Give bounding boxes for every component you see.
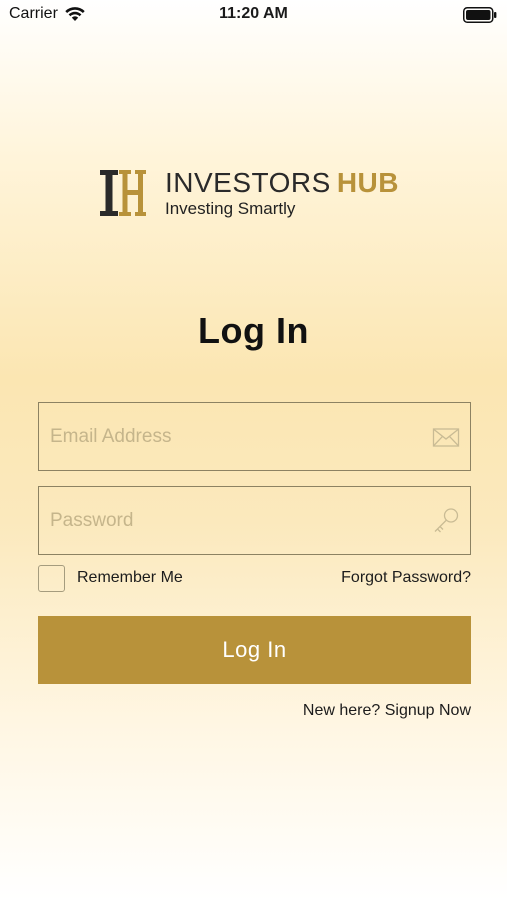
signup-link[interactable]: New here? Signup Now (303, 702, 471, 720)
logo-tagline: Investing Smartly (165, 199, 296, 218)
battery-icon (463, 7, 497, 23)
email-field-container (38, 402, 471, 471)
password-input[interactable] (39, 487, 470, 554)
login-button[interactable]: Log In (38, 616, 471, 684)
envelope-icon (432, 428, 460, 447)
page-title: Log In (198, 310, 309, 351)
logo-title: INVESTORS HUB (165, 168, 399, 198)
forgot-password-link[interactable]: Forgot Password? (341, 569, 471, 587)
status-bar: Carrier 11:20 AM (0, 0, 507, 30)
remember-me-checkbox[interactable] (38, 565, 65, 592)
ih-logo-mark-icon (100, 170, 146, 216)
remember-row: Remember Me Forgot Password? (38, 565, 471, 593)
remember-me-label[interactable]: Remember Me (77, 569, 183, 587)
app-logo: INVESTORS HUB Investing Smartly (97, 168, 417, 220)
status-time: 11:20 AM (219, 5, 288, 22)
logo-title-main: INVESTORS (165, 167, 331, 198)
password-field-container (38, 486, 471, 555)
logo-title-accent: HUB (336, 167, 399, 198)
email-input[interactable] (39, 403, 470, 470)
key-icon (434, 508, 459, 533)
